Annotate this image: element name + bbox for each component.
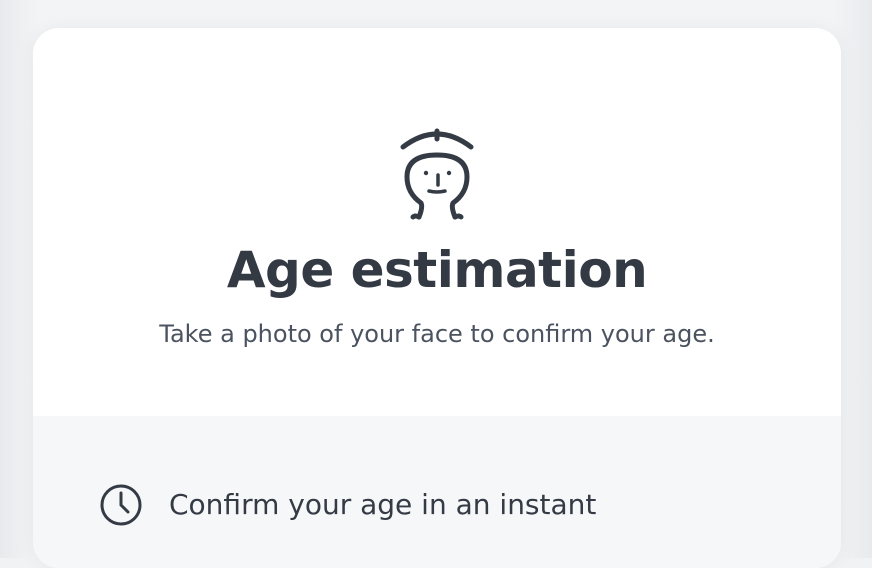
face-scan-icon: [400, 128, 474, 220]
page-subtitle: Take a photo of your face to confirm you…: [159, 320, 715, 348]
features-panel: Confirm your age in an instant: [33, 416, 841, 568]
page-title: Age estimation: [226, 241, 648, 299]
card-header: Age estimation Take a photo of your face…: [33, 28, 841, 416]
age-estimation-card: Age estimation Take a photo of your face…: [33, 28, 841, 568]
feature-item-instant: Confirm your age in an instant: [99, 483, 596, 527]
clock-icon: [100, 484, 142, 526]
feature-label: Confirm your age in an instant: [169, 488, 597, 521]
